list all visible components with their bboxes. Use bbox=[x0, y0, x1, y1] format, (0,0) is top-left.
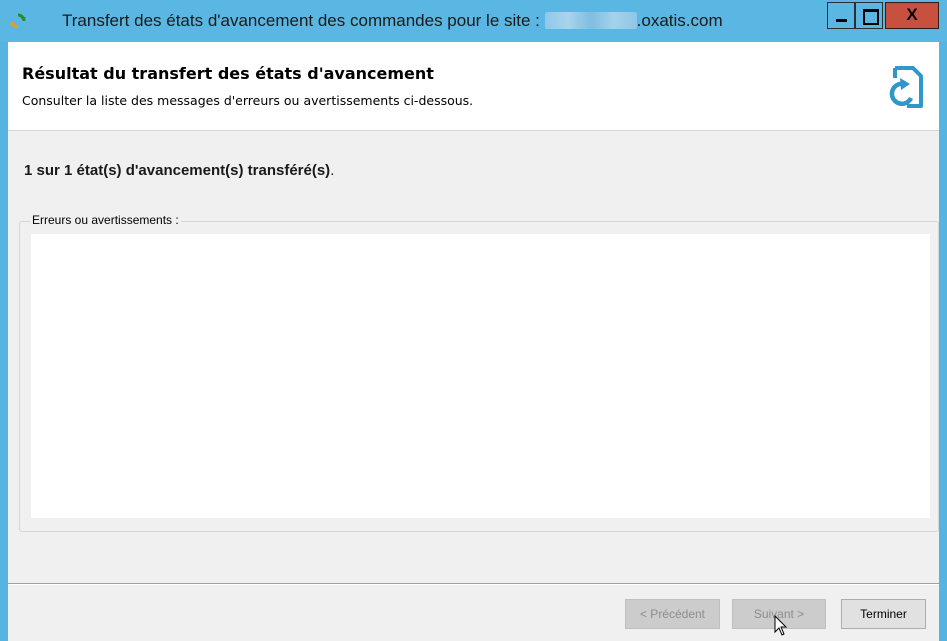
dialog-window: Transfert des états d'avancement des com… bbox=[0, 0, 947, 641]
page-subtitle: Consulter la liste des messages d'erreur… bbox=[22, 93, 474, 108]
maximize-button[interactable] bbox=[855, 2, 883, 29]
window-title: Transfert des états d'avancement des com… bbox=[62, 9, 723, 33]
title-bar[interactable]: Transfert des états d'avancement des com… bbox=[0, 0, 947, 42]
finish-button[interactable]: Terminer bbox=[841, 599, 926, 629]
page-title: Résultat du transfert des états d'avance… bbox=[22, 64, 434, 83]
redacted-site-name bbox=[544, 12, 637, 29]
dialog-body: Résultat du transfert des états d'avance… bbox=[8, 42, 939, 641]
transfer-result-text: 1 sur 1 état(s) d'avancement(s) transfér… bbox=[24, 162, 331, 179]
wizard-header: Résultat du transfert des états d'avance… bbox=[8, 42, 939, 131]
close-button[interactable]: X bbox=[885, 2, 939, 29]
refresh-icon bbox=[10, 13, 26, 29]
close-icon: X bbox=[906, 5, 918, 24]
mouse-cursor-icon bbox=[774, 615, 788, 636]
window-title-prefix: Transfert des états d'avancement des com… bbox=[62, 11, 545, 30]
minimize-button[interactable] bbox=[827, 2, 855, 29]
previous-button[interactable]: < Précédent bbox=[625, 599, 720, 629]
footer-divider bbox=[8, 583, 939, 585]
transfer-result-summary: 1 sur 1 état(s) d'avancement(s) transfér… bbox=[24, 162, 334, 179]
window-title-suffix: .oxatis.com bbox=[636, 11, 723, 30]
messages-list[interactable] bbox=[31, 234, 930, 518]
messages-label: Erreurs ou avertissements : bbox=[30, 213, 181, 227]
transfer-result-period: . bbox=[330, 162, 335, 179]
document-refresh-icon bbox=[889, 66, 923, 108]
